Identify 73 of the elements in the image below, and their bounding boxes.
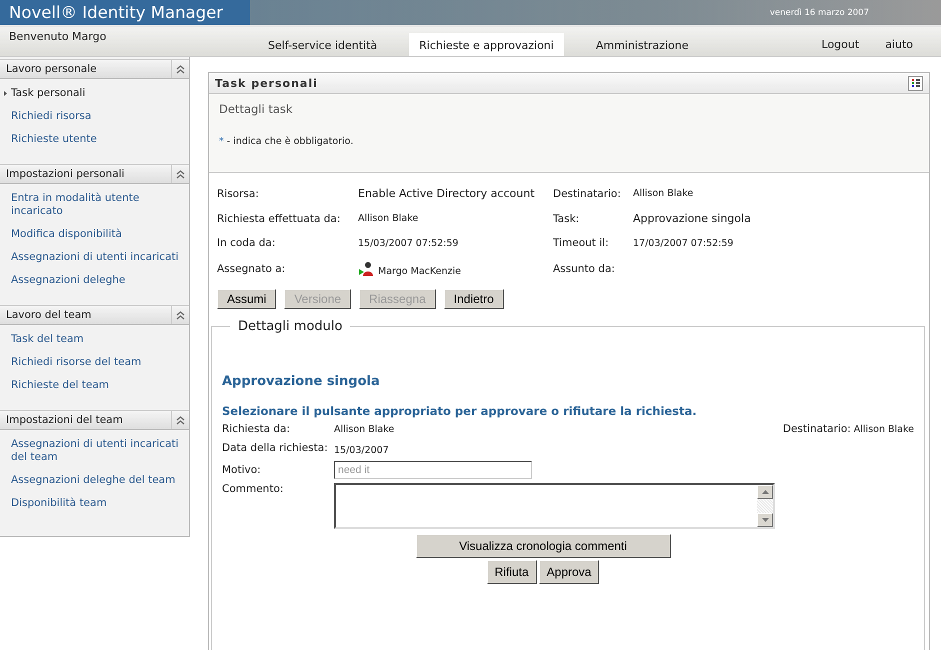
instruction-text: Selezionare il pulsante appropriato per approvare o rifiutare la richiesta. [222,404,698,418]
action-button[interactable]: Assumi [217,289,276,309]
welcome-text: Benvenuto Margo [8,29,108,45]
required-note: - indica che è obbligatorio. [226,136,354,147]
sidebar-link[interactable]: Richieste utente [11,133,187,146]
detail-value: Approvazione singola [633,212,751,225]
form-legend: Dettagli modulo [230,319,350,334]
field-label: Richiesta da: [222,423,292,435]
nav-tab[interactable]: Amministrazione [586,33,698,56]
section-subtitle: Dettagli task [219,102,294,116]
nav-tab[interactable]: Richieste e approvazioni [409,33,564,56]
section-title: Impostazioni del team [6,414,123,426]
date-label: venerdì 16 marzo 2007 [770,8,869,18]
app-title: Novell® Identity Manager [9,3,224,22]
sidebar-link[interactable]: Task del team [11,333,187,346]
sidebar-link[interactable]: Assegnazioni deleghe del team [11,474,187,487]
sidebar-link[interactable]: Disponibilità team [11,497,187,510]
double-chevron-icon [175,310,186,320]
history-button[interactable]: Visualizza cronologia commenti [416,534,670,558]
detail-label: In coda da: [217,237,276,249]
detail-value: 17/03/2007 07:52:59 [633,238,734,248]
grid-icon [910,78,920,88]
field-label: Commento: [222,483,284,495]
sidebar-link[interactable]: Task personali [11,87,187,100]
comment-field[interactable] [334,483,775,529]
field-value: Allison Blake [334,424,394,434]
double-chevron-icon [175,414,186,426]
detail-label: Risorsa: [217,188,260,200]
sidebar-link[interactable]: Entra in modalità utente incaricato [11,192,187,218]
decision-button[interactable]: Rifiuta [486,560,537,584]
detail-value: 15/03/2007 07:52:59 [358,238,458,248]
action-button[interactable]: Indietro [444,289,504,309]
panel-title: Task personali [215,76,318,90]
double-chevron-icon [175,64,186,74]
scroll-down-icon [762,518,768,522]
sidebar-link[interactable]: Assegnazioni di utenti incaricati del team [11,438,187,464]
field-value: Allison Blake [854,424,914,434]
nav-link[interactable]: aiuto [885,38,913,56]
required-mark: * [219,136,224,147]
form-title: Approvazione singola [222,374,381,389]
detail-value: Enable Active Directory account [358,187,535,200]
detail-value: Allison Blake [358,213,418,224]
detail-label: Richiesta effettuata da: [217,212,342,224]
sidebar-link[interactable]: Assegnazioni deleghe [11,274,187,287]
sidebar-link[interactable]: Assegnazioni di utenti incaricati [11,251,187,264]
detail-label: Timeout il: [553,237,610,249]
options-button[interactable] [908,76,923,90]
section-title: Lavoro personale [6,63,97,75]
sidebar-link[interactable]: Modifica disponibilità [11,228,187,241]
reason-field[interactable]: need it [334,461,532,479]
detail-value: Allison Blake [633,188,694,199]
scroll-up-icon [762,490,768,494]
field-label: Data della richiesta: [222,442,329,454]
field-label: Motivo: [222,464,262,476]
detail-label: Assunto da: [553,263,616,275]
sidebar-link[interactable]: Richiedi risorsa [11,110,187,123]
field-value: 15/03/2007 [334,445,389,456]
nav-link[interactable]: Logout [822,38,860,56]
section-title: Impostazioni personali [6,168,124,180]
double-chevron-icon [175,168,186,180]
scrollbar[interactable] [757,485,773,527]
field-label: Destinatario: [782,423,851,435]
detail-value: Margo MacKenzie [378,266,461,277]
user-icon [358,261,374,277]
detail-label: Assegnato a: [217,263,286,275]
sidebar-link[interactable]: Richiedi risorse del team [11,356,187,369]
section-title: Lavoro del team [6,309,92,321]
sidebar-link[interactable]: Richieste del team [11,379,187,392]
bullet-icon [4,91,7,96]
nav-tab[interactable]: Self-service identità [258,33,388,56]
detail-label: Task: [553,212,580,224]
decision-button[interactable]: Approva [538,560,600,584]
detail-label: Destinatario: [553,188,622,200]
